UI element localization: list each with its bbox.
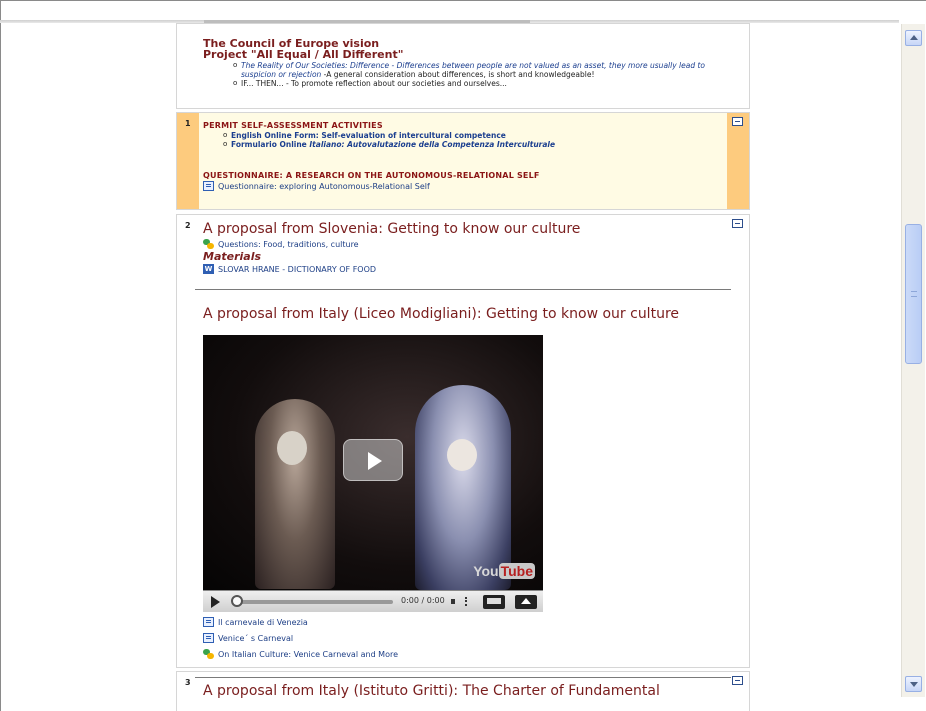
scroll-down-icon[interactable] (905, 676, 922, 692)
forum-icon (203, 239, 214, 249)
list-item[interactable]: The Reality of Our Societies: Difference… (233, 61, 723, 79)
list-item[interactable]: IF... THEN... - To promote reflection ab… (233, 79, 723, 88)
list-item[interactable]: English Online Form: Self-evaluation of … (223, 131, 723, 140)
materials-label: Materials (203, 250, 262, 263)
volume-icon[interactable] (451, 596, 467, 607)
activity-link[interactable]: Il carnevale di Venezia (203, 616, 723, 628)
page-icon (203, 633, 214, 643)
collapse-section-icon[interactable] (732, 117, 743, 126)
youtube-video-player[interactable]: You Tube 0:00 / 0:00 (203, 335, 543, 612)
section-title: A proposal from Italy (Istituto Gritti):… (203, 683, 660, 699)
vertical-scrollbar[interactable] (901, 24, 925, 697)
play-icon[interactable] (211, 596, 220, 608)
activity-forum[interactable]: Questions: Food, traditions, culture (203, 238, 723, 250)
activity-questionnaire[interactable]: Questionnaire: exploring Autonomous-Rela… (203, 180, 723, 192)
activity-link[interactable]: Venice´ s Carneval (203, 632, 723, 644)
section-subtitle: Project "All Equal / All Different" (203, 48, 404, 61)
proposal-title: A proposal from Italy (Liceo Modigliani)… (203, 306, 679, 322)
collapse-section-icon[interactable] (732, 676, 743, 685)
section-title: A proposal from Slovenia: Getting to kno… (203, 221, 581, 237)
section-heading: PERMIT SELF-ASSESSMENT ACTIVITIES (203, 121, 383, 130)
section-number: 1 (185, 119, 191, 128)
progress-bar[interactable] (235, 600, 393, 604)
questionnaire-heading: QUESTIONNAIRE: A RESEARCH ON THE AUTONOM… (203, 171, 540, 180)
forum-icon (203, 649, 214, 659)
activity-forum[interactable]: On Italian Culture: Venice Carneval and … (203, 648, 723, 660)
divider (195, 289, 731, 290)
section-number: 2 (185, 221, 191, 230)
italian-form-link[interactable]: Italiano: Autovalutazione della Competen… (309, 140, 555, 149)
widescreen-icon[interactable] (483, 595, 505, 609)
word-icon: W (203, 264, 214, 274)
scroll-up-icon[interactable] (905, 30, 922, 46)
course-section-2: 2 A proposal from Slovenia: Getting to k… (176, 214, 750, 668)
english-form-link[interactable]: English Online Form: Self-evaluation of … (231, 131, 506, 140)
questionnaire-icon (203, 181, 214, 191)
list-item[interactable]: Formulario Online Italiano: Autovalutazi… (223, 140, 723, 149)
collapse-section-icon[interactable] (732, 219, 743, 228)
divider (195, 677, 731, 678)
course-section-intro: The Council of Europe vision Project "Al… (176, 23, 750, 109)
seek-handle[interactable] (231, 595, 243, 607)
section-number: 3 (185, 678, 191, 687)
scrollbar-thumb[interactable] (905, 224, 922, 364)
course-section-3: 3 A proposal from Italy (Istituto Gritti… (176, 671, 750, 711)
video-controls: 0:00 / 0:00 (203, 590, 543, 612)
fullscreen-icon[interactable] (515, 595, 537, 609)
page-icon (203, 617, 214, 627)
time-display: 0:00 / 0:00 (401, 596, 445, 605)
play-overlay-icon[interactable] (343, 439, 403, 481)
course-section-1: 1 PERMIT SELF-ASSESSMENT ACTIVITIES Engl… (176, 112, 750, 210)
youtube-logo[interactable]: You Tube (473, 563, 535, 579)
activity-file[interactable]: W SLOVAR HRANE - DICTIONARY OF FOOD (203, 263, 723, 275)
